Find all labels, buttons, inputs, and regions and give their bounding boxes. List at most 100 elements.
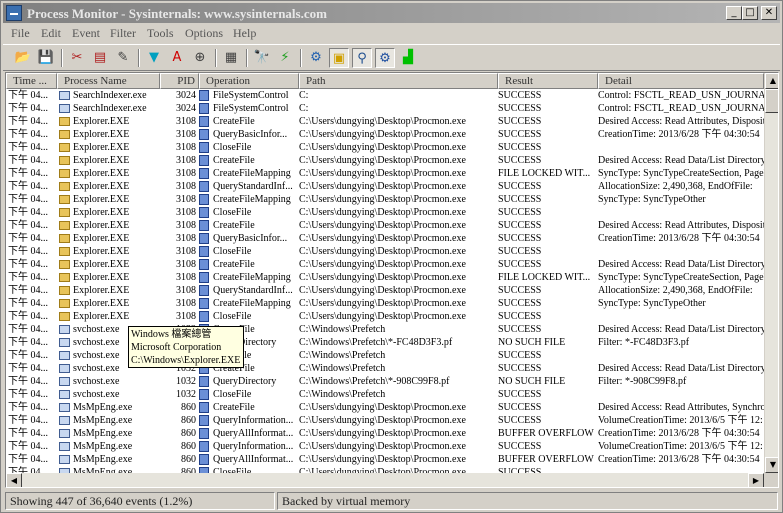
table-row[interactable]: 下午 04... Explorer.EXE 3108 CreateFile C:\Use… xyxy=(6,154,764,167)
save-button[interactable]: 💾 xyxy=(36,48,56,68)
table-row[interactable]: 下午 04... Explorer.EXE 3108 CreateFileMappin… xyxy=(6,167,764,180)
horizontal-scrollbar[interactable]: ◀ ▶ xyxy=(6,473,764,487)
registry-activity-button[interactable]: ⚙ xyxy=(306,48,326,68)
cell-result: SUCCESS xyxy=(498,389,542,400)
table-row[interactable]: 下午 04... Explorer.EXE 3108 QueryStandardInf… xyxy=(6,180,764,193)
menu-event[interactable]: Event xyxy=(72,26,100,41)
cell-time: 下午 04... xyxy=(8,350,48,361)
cell-time: 下午 04... xyxy=(8,181,48,192)
table-row[interactable]: 下午 04... MsMpEng.exe 860 QueryAllInformat..… xyxy=(6,427,764,440)
table-row[interactable]: 下午 04... Explorer.EXE 3108 CreateFileMappin… xyxy=(6,271,764,284)
menu-edit[interactable]: Edit xyxy=(41,26,61,41)
scroll-left-icon[interactable]: ◀ xyxy=(6,473,22,487)
find-button[interactable]: 🔭 xyxy=(252,48,272,68)
capture-button[interactable]: ✂ xyxy=(67,48,87,68)
clear-button[interactable]: ✎ xyxy=(113,48,133,68)
network-activity-button[interactable]: ⚲ xyxy=(352,48,372,68)
column-path[interactable]: Path xyxy=(299,73,498,89)
menu-tools[interactable]: Tools xyxy=(147,26,174,41)
process-activity-button[interactable]: ⚙ xyxy=(375,48,395,68)
table-row[interactable]: 下午 04...svchost.exe1032QueryDirectoryC:\… xyxy=(6,375,764,388)
maximize-button[interactable]: □ xyxy=(742,6,758,20)
cell-time: 下午 04... xyxy=(8,142,48,153)
cell-detail: Filter: *-FC48D3F3.pf xyxy=(598,337,690,348)
table-row[interactable]: 下午 04... MsMpEng.exe 860 QueryAllInformat..… xyxy=(6,453,764,466)
column-operation[interactable]: Operation xyxy=(199,73,299,89)
minimize-button[interactable]: _ xyxy=(726,6,742,20)
application-icon xyxy=(59,377,70,386)
table-row[interactable]: 下午 04...svchost.exe1032QueryDirectoryC:\… xyxy=(6,336,764,349)
table-row[interactable]: 下午 04... Explorer.EXE 3108 CreateFileMappin… xyxy=(6,193,764,206)
table-row[interactable]: 下午 04... SearchIndexer.exe 3024 FileSystemC… xyxy=(6,89,764,102)
table-row[interactable]: 下午 04... Explorer.EXE 3108 QueryBasicInfor.… xyxy=(6,128,764,141)
highlight-button[interactable]: A xyxy=(167,48,187,68)
filesystem-activity-button[interactable]: ▣ xyxy=(329,48,349,68)
column-pid[interactable]: PID xyxy=(160,73,199,89)
cell-path: C:\Windows\Prefetch\*-FC48D3F3.pf xyxy=(299,337,453,348)
cell-pid: 3108 xyxy=(176,194,196,205)
cell-result: FILE LOCKED WIT... xyxy=(498,272,591,283)
cell-detail: Desired Access: Read Data/List Directory… xyxy=(598,259,764,270)
scroll-down-icon[interactable]: ▼ xyxy=(765,457,778,473)
table-row[interactable]: 下午 04...svchost.exe1032CloseFileC:\Windo… xyxy=(6,388,764,401)
cell-detail xyxy=(598,206,764,219)
table-row[interactable]: 下午 04... Explorer.EXE 3108 CreateFile C:\Use… xyxy=(6,115,764,128)
scroll-right-icon[interactable]: ▶ xyxy=(748,473,764,487)
cell-process-name: Explorer.EXE xyxy=(73,207,130,218)
table-row[interactable]: 下午 04... Explorer.EXE 3108 CloseFile C:\User… xyxy=(6,206,764,219)
cell-pid: 3108 xyxy=(176,285,196,296)
table-row[interactable]: 下午 04... MsMpEng.exe 860 CreateFile C:\Users… xyxy=(6,401,764,414)
scroll-thumb[interactable] xyxy=(765,89,778,113)
cell-result: SUCCESS xyxy=(498,324,542,335)
table-row[interactable]: 下午 04... MsMpEng.exe 860 QueryInformation..… xyxy=(6,414,764,427)
filter-button[interactable]: ▼ xyxy=(144,48,164,68)
table-row[interactable]: 下午 04... MsMpEng.exe 860 QueryInformation..… xyxy=(6,440,764,453)
table-row[interactable]: 下午 04... Explorer.EXE 3108 CreateFile C:\Use… xyxy=(6,258,764,271)
vertical-scrollbar[interactable]: ▲ ▼ xyxy=(764,73,778,473)
column-process-name[interactable]: Process Name xyxy=(57,73,160,89)
table-row[interactable]: 下午 04... Explorer.EXE 3108 QueryStandardInf… xyxy=(6,284,764,297)
column-time[interactable]: Time ... xyxy=(6,73,57,89)
table-row[interactable]: 下午 04... Explorer.EXE 3108 CloseFile C:\User… xyxy=(6,310,764,323)
cell-pid: 860 xyxy=(181,428,196,439)
column-result[interactable]: Result xyxy=(498,73,598,89)
cell-result: SUCCESS xyxy=(498,142,542,153)
menu-options[interactable]: Options xyxy=(185,26,223,41)
process-tree-button[interactable]: ▦ xyxy=(221,48,241,68)
close-button[interactable]: ✕ xyxy=(761,6,777,20)
menu-help[interactable]: Help xyxy=(233,26,256,41)
table-row[interactable]: 下午 04... Explorer.EXE 3108 CloseFile C:\User… xyxy=(6,141,764,154)
filesystem-operation-icon xyxy=(199,376,209,387)
cell-path: C: xyxy=(299,103,309,114)
scroll-up-icon[interactable]: ▲ xyxy=(765,73,778,89)
autoscroll-button[interactable]: ▤ xyxy=(90,48,110,68)
table-row[interactable]: 下午 04...svchost.exe1032CreateFileC:\Wind… xyxy=(6,323,764,336)
highlight-icon: A xyxy=(172,50,182,65)
table-row[interactable]: 下午 04... Explorer.EXE 3108 QueryBasicInfor.… xyxy=(6,232,764,245)
table-row[interactable]: 下午 04... Explorer.EXE 3108 CreateFileMappin… xyxy=(6,297,764,310)
cell-pid: 3108 xyxy=(176,207,196,218)
event-list[interactable]: Time ... Process Name PID Operation Path… xyxy=(5,72,779,488)
cell-time: 下午 04... xyxy=(8,272,48,283)
menu-file[interactable]: File xyxy=(11,26,30,41)
cell-process-name: Explorer.EXE xyxy=(73,272,130,283)
profiling-activity-button[interactable]: ▟ xyxy=(398,48,418,68)
cell-detail: AllocationSize: 2,490,368, EndOfFile: xyxy=(598,181,753,192)
filesystem-operation-icon xyxy=(199,298,209,309)
include-process-button[interactable]: ⊕ xyxy=(190,48,210,68)
menu-filter[interactable]: Filter xyxy=(110,26,136,41)
application-icon xyxy=(59,403,70,412)
table-row[interactable]: 下午 04...svchost.exe1032CloseFileC:\Windo… xyxy=(6,349,764,362)
table-row[interactable]: 下午 04...svchost.exe1032CreateFileC:\Wind… xyxy=(6,362,764,375)
cell-detail: Desired Access: Read Attributes, Disposi… xyxy=(598,220,764,231)
title-bar[interactable]: Process Monitor - Sysinternals: www.sysi… xyxy=(3,3,780,23)
cell-operation: CreateFileMapping xyxy=(213,298,291,309)
jump-button[interactable]: ⚡ xyxy=(275,48,295,68)
cell-detail: Desired Access: Read Data/List Directory… xyxy=(598,324,764,335)
table-row[interactable]: 下午 04... Explorer.EXE 3108 CreateFile C:\Use… xyxy=(6,219,764,232)
table-row[interactable]: 下午 04... Explorer.EXE 3108 CloseFile C:\User… xyxy=(6,245,764,258)
table-row[interactable]: 下午 04... SearchIndexer.exe 3024 FileSystemC… xyxy=(6,102,764,115)
open-button[interactable]: 📂 xyxy=(13,48,33,68)
column-detail[interactable]: Detail xyxy=(598,73,764,89)
cell-process-name: SearchIndexer.exe xyxy=(73,90,147,101)
